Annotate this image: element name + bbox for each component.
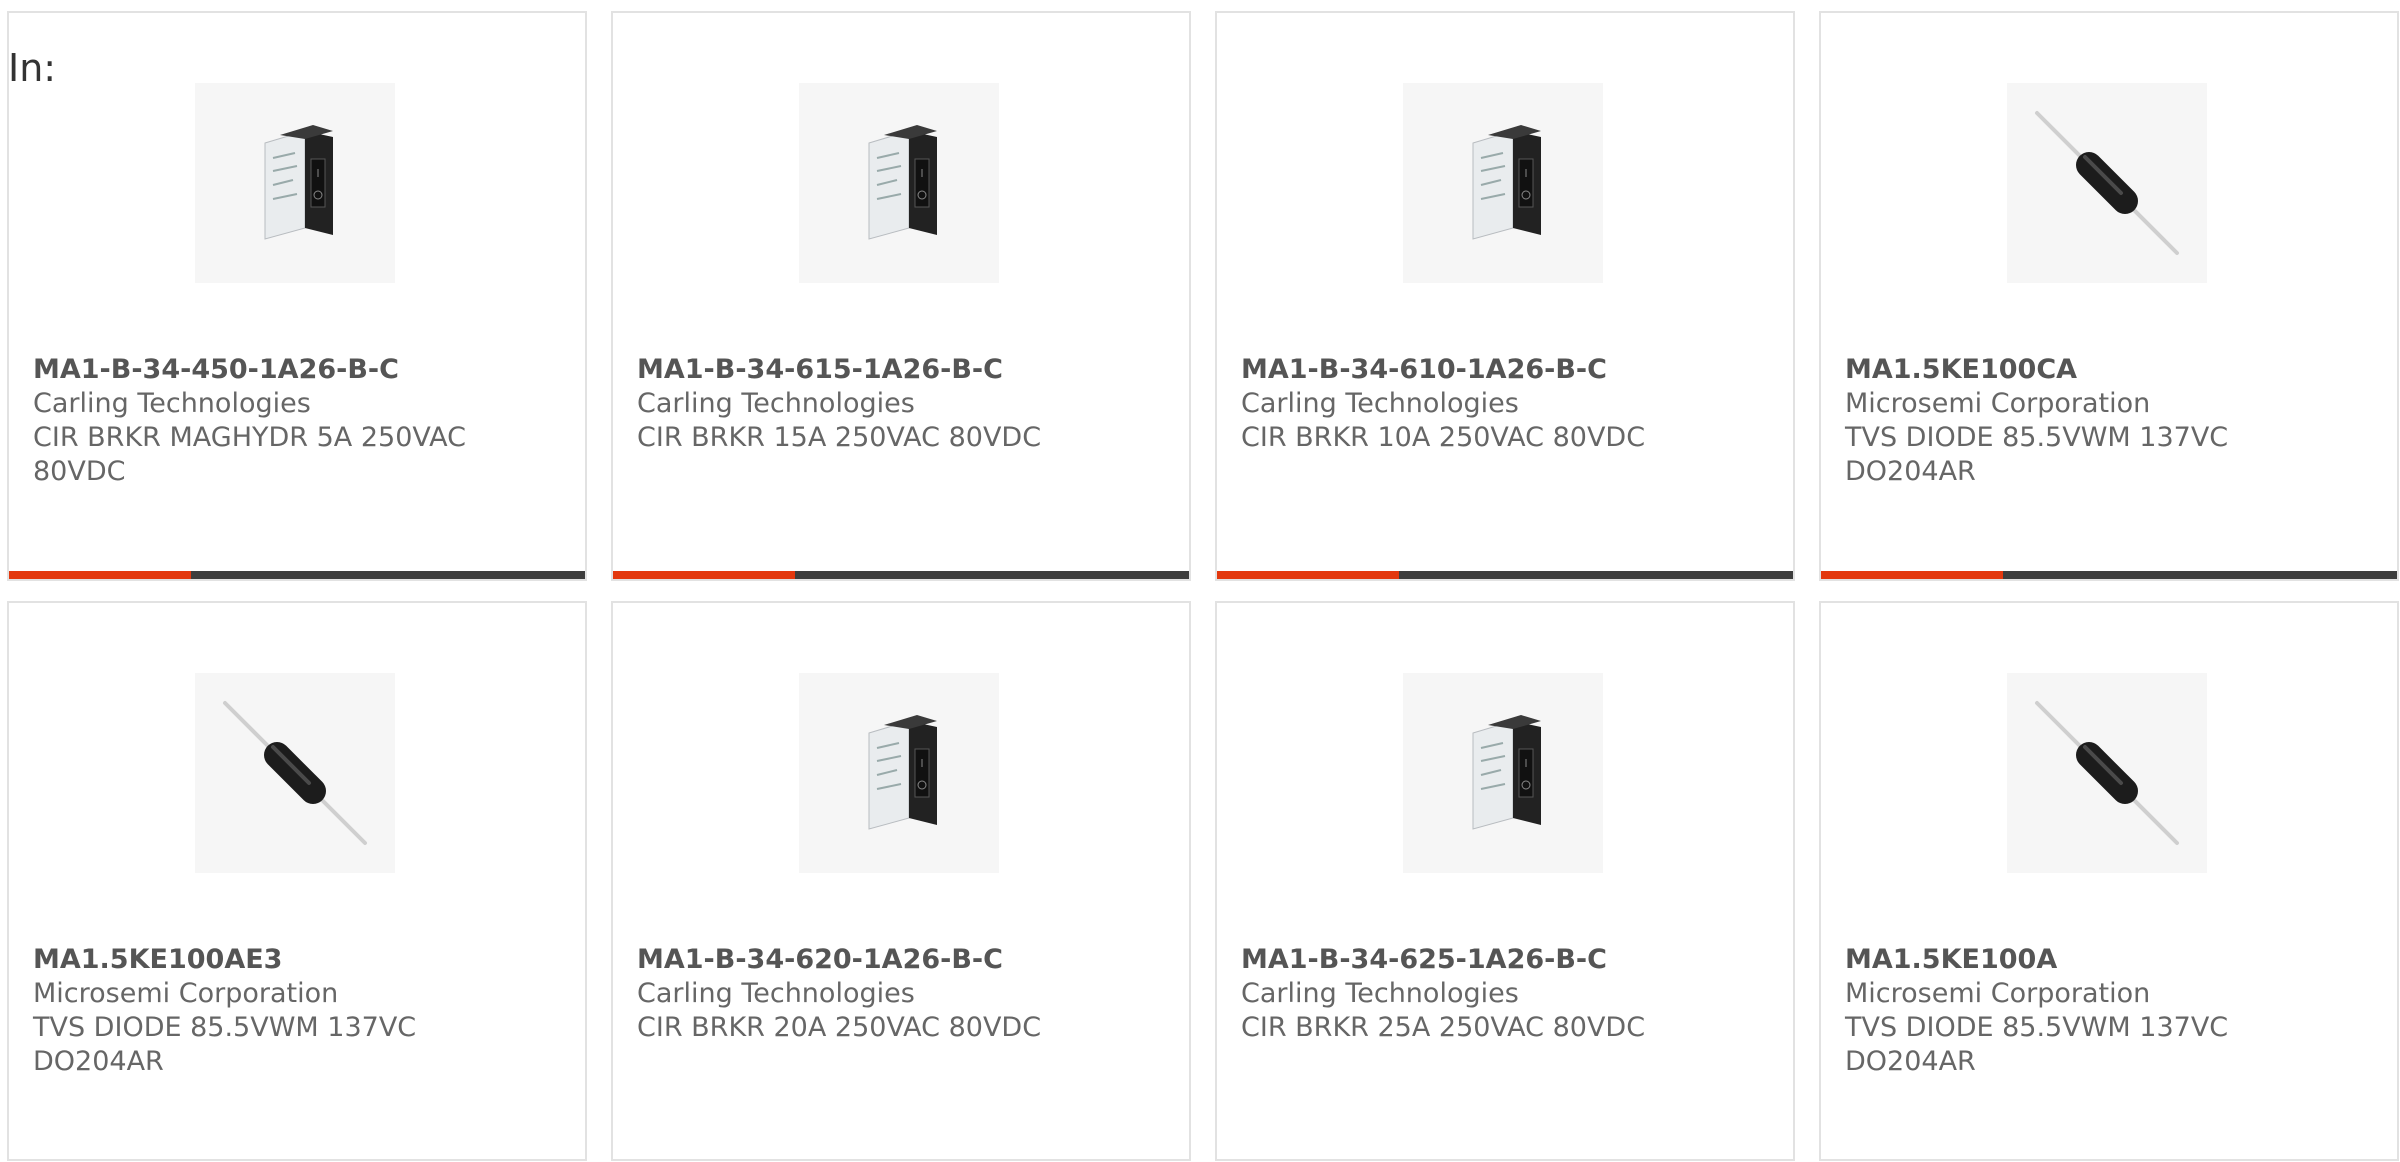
product-grid: MA1-B-34-450-1A26-B-C Carling Technologi… (7, 11, 2399, 1161)
description: CIR BRKR 15A 250VAC 80VDC (637, 422, 1042, 453)
part-number-link[interactable]: MA1.5KE100CA (1845, 353, 2297, 387)
product-card[interactable]: MA1-B-34-450-1A26-B-C Carling Technologi… (7, 11, 587, 581)
description: CIR BRKR 25A 250VAC 80VDC (1241, 1012, 1646, 1043)
description: TVS DIODE 85.5VWM 137VC DO204AR (1845, 1012, 2229, 1077)
product-card[interactable]: MA1.5KE100A Microsemi Corporation TVS DI… (1819, 601, 2399, 1161)
diode-image[interactable] (2007, 83, 2207, 283)
card-bar-accent (1217, 571, 1399, 579)
manufacturer: Carling Technologies (637, 388, 915, 419)
product-card[interactable]: MA1-B-34-625-1A26-B-C Carling Technologi… (1215, 601, 1795, 1161)
manufacturer: Microsemi Corporation (1845, 978, 2151, 1009)
part-number-link[interactable]: MA1-B-34-615-1A26-B-C (637, 353, 1089, 387)
part-number-link[interactable]: MA1.5KE100AE3 (33, 943, 485, 977)
product-info: MA1-B-34-625-1A26-B-C Carling Technologi… (1241, 943, 1693, 1045)
manufacturer: Carling Technologies (1241, 978, 1519, 1009)
product-card[interactable]: MA1-B-34-620-1A26-B-C Carling Technologi… (611, 601, 1191, 1161)
description: TVS DIODE 85.5VWM 137VC DO204AR (33, 1012, 417, 1077)
part-number-link[interactable]: MA1-B-34-450-1A26-B-C (33, 353, 485, 387)
card-bar (9, 571, 585, 579)
circuit-breaker-image[interactable] (799, 673, 999, 873)
card-bar (613, 571, 1189, 579)
manufacturer: Carling Technologies (33, 388, 311, 419)
circuit-breaker-image[interactable] (195, 83, 395, 283)
product-info: MA1.5KE100CA Microsemi Corporation TVS D… (1845, 353, 2297, 489)
manufacturer: Carling Technologies (1241, 388, 1519, 419)
part-number-link[interactable]: MA1-B-34-625-1A26-B-C (1241, 943, 1693, 977)
product-info: MA1.5KE100AE3 Microsemi Corporation TVS … (33, 943, 485, 1079)
product-card[interactable]: MA1.5KE100CA Microsemi Corporation TVS D… (1819, 11, 2399, 581)
product-info: MA1-B-34-450-1A26-B-C Carling Technologi… (33, 353, 485, 489)
product-info: MA1-B-34-610-1A26-B-C Carling Technologi… (1241, 353, 1693, 455)
product-info: MA1-B-34-615-1A26-B-C Carling Technologi… (637, 353, 1089, 455)
card-bar-accent (613, 571, 795, 579)
circuit-breaker-image[interactable] (799, 83, 999, 283)
circuit-breaker-image[interactable] (1403, 83, 1603, 283)
product-card[interactable]: MA1.5KE100AE3 Microsemi Corporation TVS … (7, 601, 587, 1161)
manufacturer: Microsemi Corporation (33, 978, 339, 1009)
in-label: In: (8, 46, 57, 90)
card-bar (1217, 571, 1793, 579)
product-info: MA1-B-34-620-1A26-B-C Carling Technologi… (637, 943, 1089, 1045)
product-info: MA1.5KE100A Microsemi Corporation TVS DI… (1845, 943, 2297, 1079)
card-bar-accent (9, 571, 191, 579)
part-number-link[interactable]: MA1.5KE100A (1845, 943, 2297, 977)
diode-image[interactable] (195, 673, 395, 873)
manufacturer: Carling Technologies (637, 978, 915, 1009)
diode-image[interactable] (2007, 673, 2207, 873)
description: CIR BRKR MAGHYDR 5A 250VAC 80VDC (33, 422, 466, 487)
product-card[interactable]: MA1-B-34-610-1A26-B-C Carling Technologi… (1215, 11, 1795, 581)
manufacturer: Microsemi Corporation (1845, 388, 2151, 419)
product-card[interactable]: MA1-B-34-615-1A26-B-C Carling Technologi… (611, 11, 1191, 581)
description: TVS DIODE 85.5VWM 137VC DO204AR (1845, 422, 2229, 487)
card-bar (1821, 571, 2397, 579)
part-number-link[interactable]: MA1-B-34-610-1A26-B-C (1241, 353, 1693, 387)
card-bar-accent (1821, 571, 2003, 579)
circuit-breaker-image[interactable] (1403, 673, 1603, 873)
part-number-link[interactable]: MA1-B-34-620-1A26-B-C (637, 943, 1089, 977)
description: CIR BRKR 10A 250VAC 80VDC (1241, 422, 1646, 453)
description: CIR BRKR 20A 250VAC 80VDC (637, 1012, 1042, 1043)
